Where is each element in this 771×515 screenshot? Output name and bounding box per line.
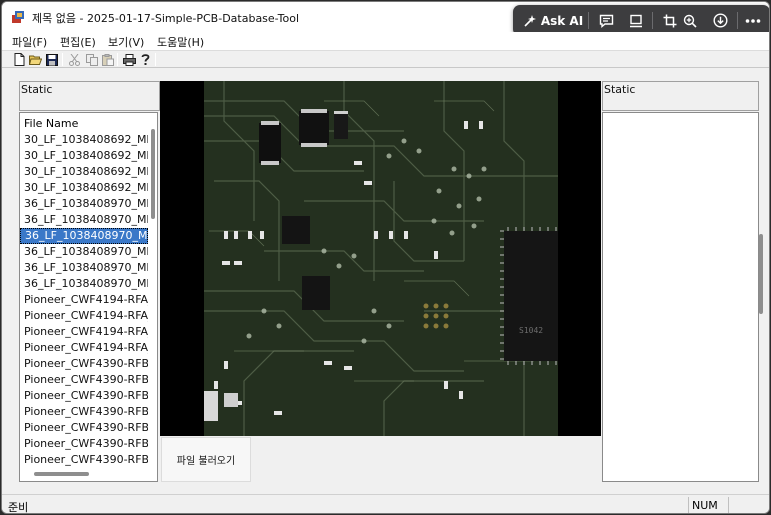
list-item[interactable]: Pioneer_CWF4194-RFA_3 [20,292,148,308]
list-horizontal-scrollbar[interactable] [34,472,89,476]
right-info-panel [602,112,759,482]
chip-marking: S1042 [519,326,543,335]
monitor-icon [630,14,642,27]
menu-help[interactable]: 도움말(H) [157,34,204,50]
status-bar: 준비 NUM [2,494,769,514]
save-button[interactable] [45,53,58,66]
new-button[interactable] [13,53,26,66]
list-item[interactable]: 36_LF_1038408970_MEG [20,228,148,244]
print-button[interactable] [123,53,136,66]
list-item[interactable]: 36_LF_1038408970_MEG [20,260,148,276]
download-icon [712,13,728,28]
paste-icon [101,53,114,66]
list-vertical-scrollbar[interactable] [151,129,155,219]
right-static-label: Static [604,83,636,96]
cut-icon [69,53,80,66]
list-item[interactable]: Pioneer_CWF4390-RFB_3 [20,356,148,372]
list-item[interactable]: Pioneer_CWF4194-RFA_3 [20,308,148,324]
menu-view[interactable]: 보기(V) [108,34,144,50]
left-static-label: Static [21,83,53,96]
list-item[interactable]: Pioneer_CWF4390-RFB_3 [20,452,148,468]
copy-button[interactable] [85,53,98,66]
window-vertical-scrollbar[interactable] [759,234,763,314]
file-list[interactable]: File Name 30_LF_1038408692_MEG30_LF_1038… [19,112,158,482]
status-ready: 준비 [8,501,29,514]
toolbar [2,50,769,68]
load-file-button[interactable]: 파일 불러오기 [161,437,251,482]
list-item[interactable]: Pioneer_CWF4390-RFB_3 [20,436,148,452]
open-folder-icon [29,55,42,65]
list-item[interactable]: 36_LF_1038408970_MEG [20,212,148,228]
list-item[interactable]: Pioneer_CWF4194-RFA_3 [20,340,148,356]
window-title: 제목 없음 - 2025-01-17-Simple-PCB-Database-T… [32,12,300,25]
menu-bar: 파일(F) 편집(E) 보기(V) 도움말(H) [2,32,769,50]
menu-edit[interactable]: 편집(E) [60,34,96,50]
print-icon [123,53,136,66]
comment-icon [599,14,613,28]
app-window: 제목 없음 - 2025-01-17-Simple-PCB-Database-T… [1,1,770,514]
pcb-image: S1042 [204,81,558,436]
list-item[interactable]: 30_LF_1038408692_MEG [20,164,148,180]
new-file-icon [14,53,25,66]
list-item[interactable]: 36_LF_1038408970_MEG [20,276,148,292]
list-header: File Name [24,117,79,130]
ask-ai-icon [524,14,536,27]
image-viewer: S1042 [160,81,601,436]
list-item[interactable]: Pioneer_CWF4390-RFB_3 [20,388,148,404]
help-button[interactable] [139,53,152,66]
menu-file[interactable]: 파일(F) [12,34,47,50]
app-icon [12,11,24,23]
pcb-photo-illustration: S1042 [204,81,558,436]
list-rows: 30_LF_1038408692_MEG30_LF_1038408692_MEG… [20,132,148,468]
list-item[interactable]: Pioneer_CWF4390-RFB_3 [20,372,148,388]
ask-ai-label: Ask AI [540,13,584,28]
list-item[interactable]: 36_LF_1038408970_MEG [20,244,148,260]
more-icon [745,18,761,23]
status-num: NUM [692,499,718,512]
crop-icon [663,14,677,27]
copy-icon [85,53,98,66]
list-item[interactable]: 30_LF_1038408692_MEG [20,132,148,148]
list-item[interactable]: 30_LF_1038408692_MEG [20,148,148,164]
list-item[interactable]: 30_LF_1038408692_MEG [20,180,148,196]
save-icon [45,53,58,66]
list-item[interactable]: Pioneer_CWF4390-RFB_3 [20,404,148,420]
paste-button[interactable] [101,53,114,66]
open-button[interactable] [29,53,42,66]
list-item[interactable]: Pioneer_CWF4194-RFA_3 [20,324,148,340]
list-item[interactable]: Pioneer_CWF4390-RFB_3 [20,420,148,436]
list-item[interactable]: 36_LF_1038408970_MEG [20,196,148,212]
cut-button[interactable] [68,53,81,66]
help-icon [141,54,150,65]
zoom-in-icon [683,14,697,28]
